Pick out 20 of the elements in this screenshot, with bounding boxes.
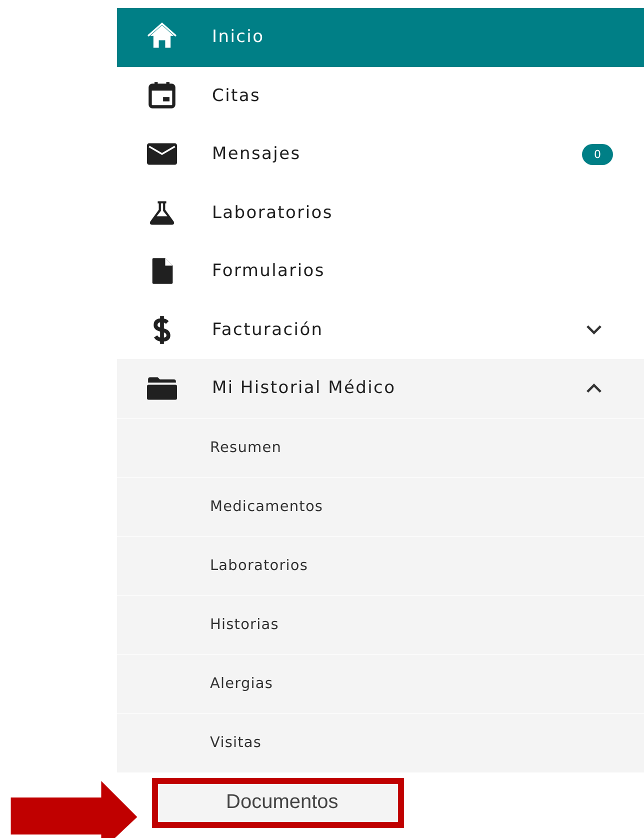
chevron-up-icon[interactable] (585, 382, 603, 394)
sidebar-subitem[interactable]: Documentos (152, 778, 404, 828)
sidebar-subitem[interactable]: Visitas (210, 734, 262, 750)
item-label: Laboratorios (212, 202, 334, 223)
sidebar-item[interactable]: Inicio (117, 8, 644, 66)
item-label: Facturación (212, 320, 324, 340)
item-label: Mi Historial Médico (212, 378, 397, 398)
sidebar-subitem[interactable]: Laboratorios (210, 558, 308, 574)
sidebar-subitem[interactable]: Historias (210, 616, 279, 632)
arrow-icon (10, 780, 138, 838)
sidebar-subitem[interactable]: Medicamentos (210, 498, 324, 514)
sidebar-subitem[interactable]: Resumen (210, 440, 282, 456)
chevron-down-icon[interactable] (585, 324, 603, 336)
item-label: Mensajes (212, 144, 302, 164)
count-badge: 0 (582, 144, 613, 165)
item-label: Formularios (212, 261, 326, 282)
sidebar-item[interactable]: Mi Historial Médico (117, 359, 644, 418)
item-label: Citas (212, 86, 262, 106)
item-label: Inicio (212, 27, 266, 48)
sidebar-subitem[interactable]: Alergias (210, 676, 274, 692)
